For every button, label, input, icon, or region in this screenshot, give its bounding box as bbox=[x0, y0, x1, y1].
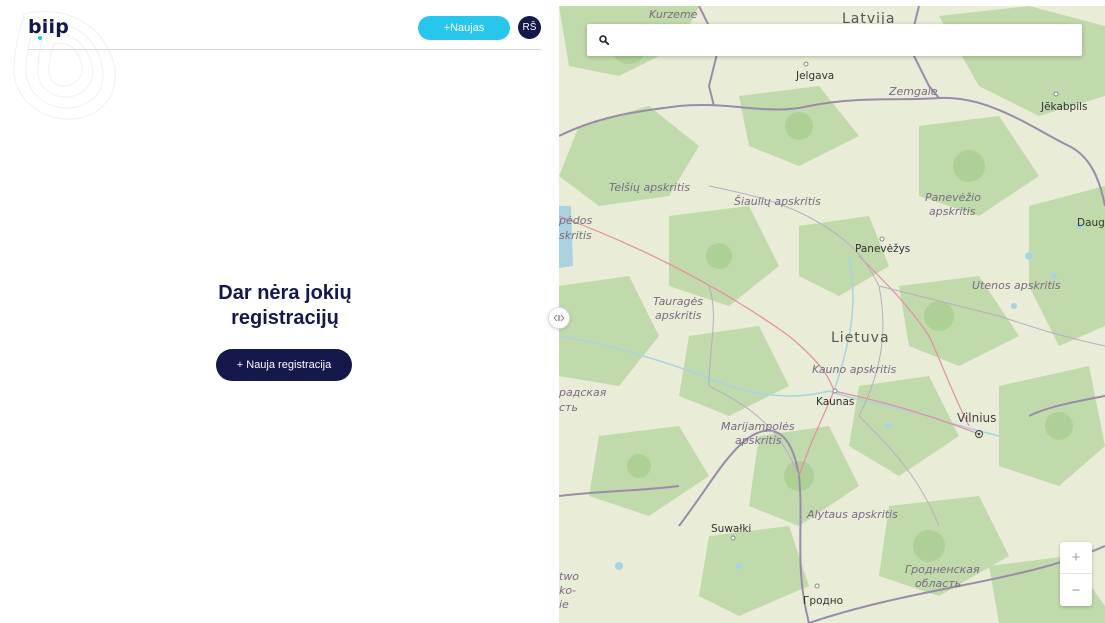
zoom-in-button[interactable]: + bbox=[1060, 542, 1092, 574]
map-label-panevezio-2: apskritis bbox=[929, 205, 976, 218]
map-label-skritis: skritis bbox=[559, 229, 592, 242]
search-icon[interactable] bbox=[597, 33, 611, 47]
zoom-out-button[interactable]: − bbox=[1060, 574, 1092, 606]
map-label-st: сть bbox=[559, 401, 578, 414]
map-label-suwalki: Suwałki bbox=[711, 523, 752, 535]
map-label-grodnenskaya-2: область bbox=[915, 577, 962, 590]
map-label-two: two bbox=[559, 570, 580, 583]
map-label-taurages-1: Tauragės bbox=[653, 295, 704, 308]
map-label-grodno: Гродно bbox=[803, 595, 844, 607]
map-label-marijampoles-2: apskritis bbox=[735, 434, 782, 447]
map-label-pedos: pėdos bbox=[559, 214, 593, 227]
map-label-panevezio-1: Panevėžio bbox=[925, 191, 981, 204]
map-label-panevezys: Panevėžys bbox=[855, 243, 911, 255]
map-label-jekabpils: Jēkabpils bbox=[1041, 101, 1088, 113]
resize-arrows-icon bbox=[553, 314, 565, 322]
map-label-ko: ko- bbox=[559, 584, 577, 597]
map-view[interactable]: Kurzeme Latvija Jelgava Zemgale Jēkabpil… bbox=[559, 6, 1105, 623]
new-button[interactable]: +Naujas bbox=[418, 16, 510, 40]
biip-logo[interactable]: biip bbox=[28, 16, 69, 38]
app-root: biip +Naujas RŠ Dar nėra jokių registrac… bbox=[0, 0, 1105, 623]
empty-state-title-line1: Dar nėra jokių bbox=[218, 282, 352, 304]
map-label-radskaya: радская bbox=[559, 386, 607, 399]
registrations-panel: biip +Naujas RŠ Dar nėra jokių registrac… bbox=[0, 0, 559, 623]
top-bar: biip +Naujas RŠ bbox=[28, 12, 541, 50]
new-registration-button[interactable]: + Nauja registracija bbox=[216, 349, 352, 381]
map-search-box bbox=[587, 24, 1082, 56]
map-canvas[interactable] bbox=[559, 6, 1105, 623]
map-label-ie: ie bbox=[559, 598, 569, 611]
map-search-input[interactable] bbox=[611, 24, 1082, 56]
map-label-kaunas: Kaunas bbox=[816, 396, 855, 408]
empty-state-title-line2: registracijų bbox=[231, 307, 339, 329]
map-label-siauliu: Šiaulių apskritis bbox=[734, 195, 821, 208]
map-label-kauno: Kauno apskritis bbox=[812, 363, 897, 376]
empty-state-title: Dar nėra jokių registracijų bbox=[170, 281, 400, 331]
map-label-kurzeme: Kurzeme bbox=[649, 8, 698, 21]
map-label-utenos: Utenos apskritis bbox=[972, 279, 1061, 292]
user-avatar[interactable]: RŠ bbox=[518, 16, 541, 39]
map-label-marijampoles-1: Marijampolės bbox=[721, 420, 795, 433]
map-label-telsiu: Telšių apskritis bbox=[609, 181, 690, 194]
map-label-grodnenskaya-1: Гродненская bbox=[905, 563, 980, 576]
logo-dot bbox=[38, 36, 42, 40]
zoom-control: + − bbox=[1060, 542, 1092, 606]
map-label-vilnius: Vilnius bbox=[957, 411, 997, 425]
map-label-taurages-2: apskritis bbox=[655, 309, 702, 322]
map-label-jelgava: Jelgava bbox=[796, 70, 835, 82]
map-label-daug: Daug bbox=[1077, 217, 1105, 229]
map-label-lietuva: Lietuva bbox=[831, 330, 890, 346]
map-label-zemgale: Zemgale bbox=[889, 85, 938, 98]
map-label-alytaus: Alytaus apskritis bbox=[807, 508, 898, 521]
panel-resize-handle[interactable] bbox=[548, 307, 570, 329]
